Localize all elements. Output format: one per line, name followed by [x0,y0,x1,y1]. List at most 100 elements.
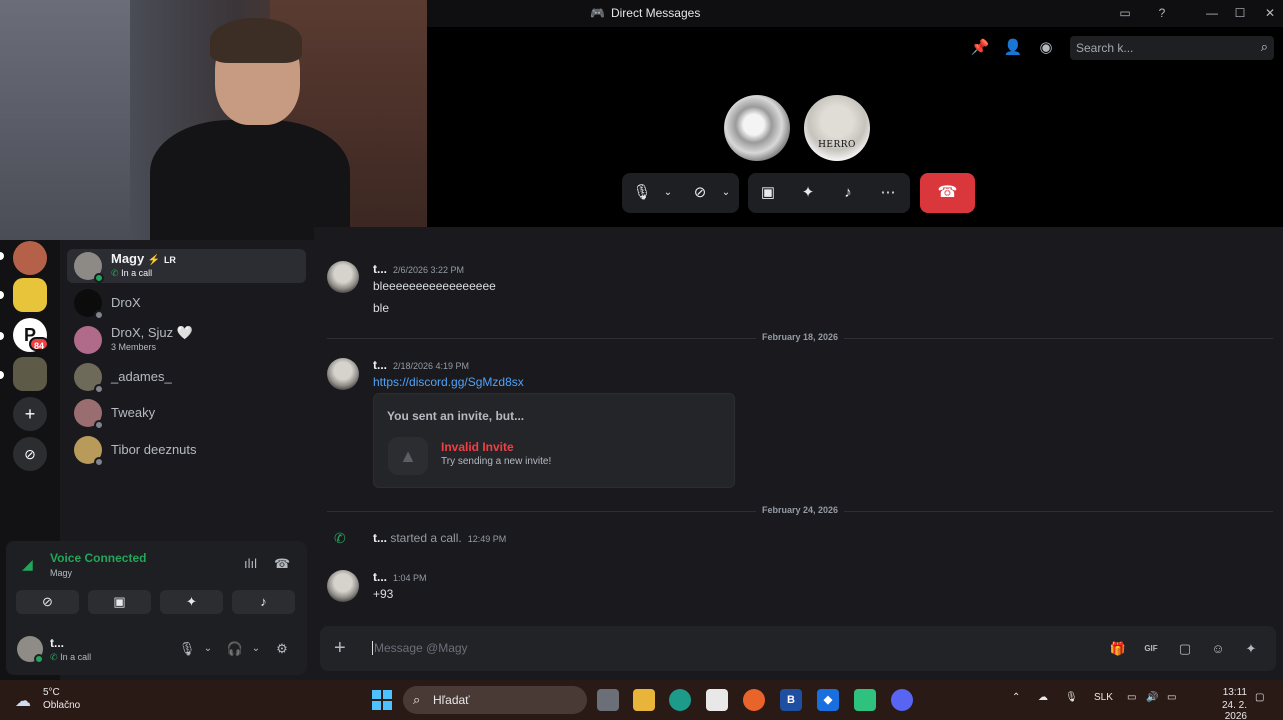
taskbar-search[interactable]: ⌕ Hľadať [403,686,587,714]
user-status-row: ✆ In a call [50,652,91,663]
call-participant-avatar[interactable]: HERRO [804,95,870,161]
more-options-icon[interactable]: ⋯ [878,183,898,203]
chevron-up-icon[interactable]: ⌃ [1012,692,1020,703]
activities-icon[interactable]: ✦ [798,183,818,203]
soundboard-button[interactable]: ♪ [232,590,295,614]
date-divider-label: February 18, 2026 [755,332,845,342]
edge-icon[interactable] [669,689,691,711]
invite-subtitle: Try sending a new invite! [441,456,552,467]
add-attachment-icon[interactable]: + [334,637,346,659]
message-author[interactable]: t... [373,531,387,545]
clock[interactable]: 13:11 24. 2. 2026 [1199,687,1247,720]
screen-share-icon[interactable]: ▣ [758,183,778,203]
headphones-icon[interactable]: 🎧 [226,640,244,658]
explore-compass-icon[interactable]: ⊘ [13,437,47,471]
disconnect-call-button[interactable]: ☎ [920,173,975,213]
dm-item-group[interactable]: DroX, Sjuz 🤍 3 Members [67,323,306,357]
username[interactable]: t... [50,636,64,650]
store-icon[interactable] [706,689,728,711]
voice-channel[interactable]: Magy [50,568,72,578]
status-indicator [94,457,104,467]
camera-off-icon[interactable]: ⊘ [690,183,710,203]
gif-icon[interactable]: GIF [1142,640,1160,658]
add-friends-icon[interactable]: 👤 [1003,38,1023,58]
close-button[interactable]: ✕ [1262,5,1278,21]
message-author-row: t... 2/6/2026 3:22 PM [373,262,464,276]
mic-icon[interactable]: 🎙 [1065,692,1078,703]
help-icon[interactable]: ? [1154,5,1170,21]
soundboard-icon[interactable]: ♪ [838,183,858,203]
avatar[interactable] [327,358,359,390]
voice-status[interactable]: Voice Connected [50,551,146,565]
search-input[interactable]: Search k... ⌕ [1070,36,1274,60]
invite-title: Invalid Invite [441,440,514,454]
message-input[interactable]: Message @Magy [372,641,468,655]
onedrive-icon[interactable]: ☁ [1038,692,1048,703]
b-app-icon[interactable]: B [780,689,802,711]
dm-item-drox[interactable]: DroX [67,286,306,320]
maximize-button[interactable]: ☐ [1232,5,1248,21]
dm-item-tibor[interactable]: Tibor deeznuts [67,433,306,467]
add-server-icon[interactable]: + [13,397,47,431]
minimize-button[interactable]: — [1204,5,1220,21]
input-language[interactable]: SLK [1094,692,1113,703]
user-status: In a call [60,652,92,662]
volume-icon[interactable]: 🔊 [1146,692,1158,703]
chat-area: t... 2/6/2026 3:22 PM bleeeeeeeeeeeeeeeee… [314,227,1283,680]
chevron-down-icon[interactable]: ⌄ [247,640,265,658]
camera-off-button[interactable]: ⊘ [16,590,79,614]
screen-share-button[interactable]: ▣ [88,590,151,614]
status-indicator [94,420,104,430]
unread-pill [0,371,4,379]
avatar[interactable] [327,261,359,293]
network-icon[interactable]: ▭ [1127,692,1136,703]
sticker-icon[interactable]: ▢ [1176,640,1194,658]
server-icon[interactable] [13,241,47,275]
mic-icon[interactable]: 🎙 [632,183,652,203]
message-author[interactable]: t... [373,358,387,372]
dm-item-adames[interactable]: _adames_ [67,360,306,394]
inbox-icon[interactable]: ▭ [1117,5,1133,21]
dm-name-row: Magy ⚡ LR [111,251,176,266]
discord-taskbar-icon[interactable] [891,689,913,711]
file-explorer-icon[interactable] [633,689,655,711]
chevron-down-icon[interactable]: ⌄ [716,183,736,203]
pin-icon[interactable]: 📌 [970,38,990,58]
webcam-person-torso [150,120,350,240]
server-icon[interactable] [13,357,47,391]
avatar[interactable] [327,570,359,602]
mic-icon[interactable]: 🎙 [178,640,196,658]
message-composer[interactable]: + Message @Magy 🎁 GIF ▢ ☺ ✦ [320,626,1276,671]
disconnect-icon[interactable]: ☎ [274,556,290,572]
notifications-icon[interactable]: ▢ [1255,692,1264,703]
chevron-down-icon[interactable]: ⌄ [658,183,678,203]
user-profile-icon[interactable]: ◉ [1036,38,1056,58]
windows-taskbar: ☁ 5°C Oblačno ⌕ Hľadať B ◆ ⌃ ☁ 🎙 SLK ▭ 🔊… [0,680,1283,720]
apps-icon[interactable]: ✦ [1242,640,1260,658]
invalid-server-icon: ▲ [388,437,428,475]
firefox-icon[interactable] [743,689,765,711]
invite-link[interactable]: https://discord.gg/SgMzd8sx [373,375,524,389]
emoji-icon[interactable]: ☺ [1209,640,1227,658]
windows-start-icon[interactable] [372,690,392,710]
dm-name-row: DroX, Sjuz 🤍 [111,325,193,341]
call-participant-avatar[interactable] [724,95,790,161]
noise-suppression-icon[interactable]: ılıl [244,556,257,571]
message-text: ble [373,301,390,315]
server-icon[interactable] [13,278,47,312]
battery-icon[interactable]: ▭ [1167,692,1176,703]
dm-item-tweaky[interactable]: Tweaky [67,396,306,430]
gift-icon[interactable]: 🎁 [1109,640,1127,658]
settings-gear-icon[interactable]: ⚙ [273,640,291,658]
chevron-down-icon[interactable]: ⌄ [199,640,217,658]
notification-badge: 84 [29,337,50,351]
message-author[interactable]: t... [373,262,387,276]
dm-item-magy[interactable]: Magy ⚡ LR ✆ In a call [67,249,306,283]
webcam-person-hair [210,18,302,63]
dm-name: DroX, Sjuz [111,325,174,340]
dropbox-icon[interactable]: ◆ [817,689,839,711]
app-icon[interactable] [854,689,876,711]
activities-button[interactable]: ✦ [160,590,223,614]
task-view-icon[interactable] [597,689,619,711]
message-author[interactable]: t... [373,570,387,584]
